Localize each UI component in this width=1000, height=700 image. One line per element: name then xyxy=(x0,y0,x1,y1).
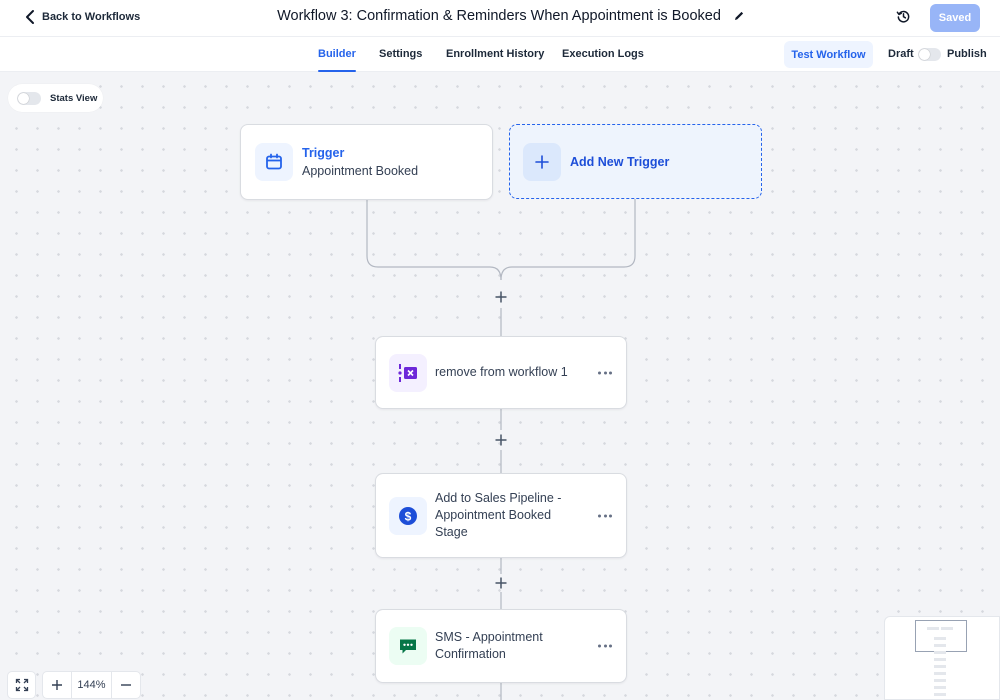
svg-text:$: $ xyxy=(405,509,412,523)
add-trigger-label: Add New Trigger xyxy=(570,154,670,169)
minimap-node xyxy=(927,627,939,630)
minus-icon xyxy=(121,684,131,686)
action-icon-box xyxy=(389,353,427,392)
sms-icon xyxy=(400,639,416,654)
add-step-button[interactable] xyxy=(493,432,509,448)
workflow-title-text: Workflow 3: Confirmation & Reminders Whe… xyxy=(277,8,721,24)
action-icon-box xyxy=(389,627,427,665)
more-options-icon[interactable] xyxy=(598,514,612,517)
trigger-subtitle: Appointment Booked xyxy=(302,164,419,178)
plus-icon xyxy=(52,680,62,690)
minimap-node xyxy=(934,651,946,654)
add-step-button[interactable] xyxy=(493,289,509,305)
draft-label: Draft xyxy=(888,48,914,60)
stats-view-toggle[interactable]: Stats View xyxy=(8,84,103,112)
zoom-out-button[interactable] xyxy=(112,672,140,698)
tab-settings[interactable]: Settings xyxy=(379,48,422,60)
tab-enrollment-history[interactable]: Enrollment History xyxy=(446,48,544,60)
action-label: Add to Sales Pipeline - Appointment Book… xyxy=(435,491,562,539)
chevron-left-icon xyxy=(26,10,34,24)
test-workflow-button[interactable]: Test Workflow xyxy=(784,41,873,68)
trigger-icon-box xyxy=(255,143,293,181)
stats-view-label: Stats View xyxy=(50,92,98,104)
stats-view-switch[interactable] xyxy=(17,91,41,105)
add-step-button[interactable] xyxy=(493,575,509,591)
minimap-node xyxy=(934,637,946,640)
more-options-icon[interactable] xyxy=(598,371,612,374)
trigger-title: Trigger xyxy=(302,146,345,160)
action-icon-box: $ xyxy=(389,496,427,535)
publish-toggle[interactable] xyxy=(918,48,941,61)
workflow-title: Workflow 3: Confirmation & Reminders Whe… xyxy=(0,8,1000,24)
remove-from-workflow-icon xyxy=(398,363,417,382)
action-label: SMS - Appointment Confirmation xyxy=(435,630,543,661)
zoom-in-button[interactable] xyxy=(43,672,71,698)
history-icon[interactable] xyxy=(896,9,911,24)
minimap-node xyxy=(934,679,946,682)
minimap-node xyxy=(934,693,946,696)
dollar-icon: $ xyxy=(399,506,417,525)
minimap-node xyxy=(934,665,946,668)
add-new-trigger-button[interactable]: Add New Trigger xyxy=(509,124,762,199)
fit-view-button[interactable] xyxy=(7,671,36,699)
more-options-icon[interactable] xyxy=(598,644,612,648)
zoom-level: 144% xyxy=(71,672,112,698)
back-to-workflows-link[interactable]: Back to Workflows xyxy=(24,9,140,25)
expand-icon xyxy=(15,678,28,692)
minimap-node xyxy=(934,672,946,675)
tab-builder[interactable]: Builder xyxy=(318,48,356,72)
tab-bar: Builder Settings Enrollment History Exec… xyxy=(0,37,1000,72)
calendar-icon xyxy=(266,153,282,170)
publish-label: Publish xyxy=(947,48,987,60)
top-bar: Back to Workflows Workflow 3: Confirmati… xyxy=(0,0,1000,37)
minimap-viewport[interactable] xyxy=(915,620,967,652)
zoom-controls: 144% xyxy=(42,671,141,699)
plus-icon xyxy=(495,577,507,589)
saved-button[interactable]: Saved xyxy=(930,4,980,32)
add-trigger-icon-box xyxy=(523,142,561,181)
trigger-node[interactable]: Trigger Appointment Booked xyxy=(240,124,493,200)
minimap-node xyxy=(934,658,946,661)
plus-icon xyxy=(495,291,507,303)
minimap-node xyxy=(934,686,946,689)
minimap[interactable] xyxy=(884,616,1000,700)
action-node[interactable]: $ Add to Sales Pipeline - Appointment Bo… xyxy=(375,473,627,558)
tab-execution-logs[interactable]: Execution Logs xyxy=(562,48,644,60)
plus-icon xyxy=(535,154,549,169)
action-label: remove from workflow 1 xyxy=(435,365,568,379)
plus-icon xyxy=(495,434,507,446)
minimap-node xyxy=(941,627,953,630)
action-node[interactable]: remove from workflow 1 xyxy=(375,336,627,409)
pencil-icon[interactable] xyxy=(733,10,745,22)
minimap-node xyxy=(934,644,946,647)
action-node[interactable]: SMS - Appointment Confirmation xyxy=(375,609,627,683)
back-label: Back to Workflows xyxy=(42,11,141,23)
